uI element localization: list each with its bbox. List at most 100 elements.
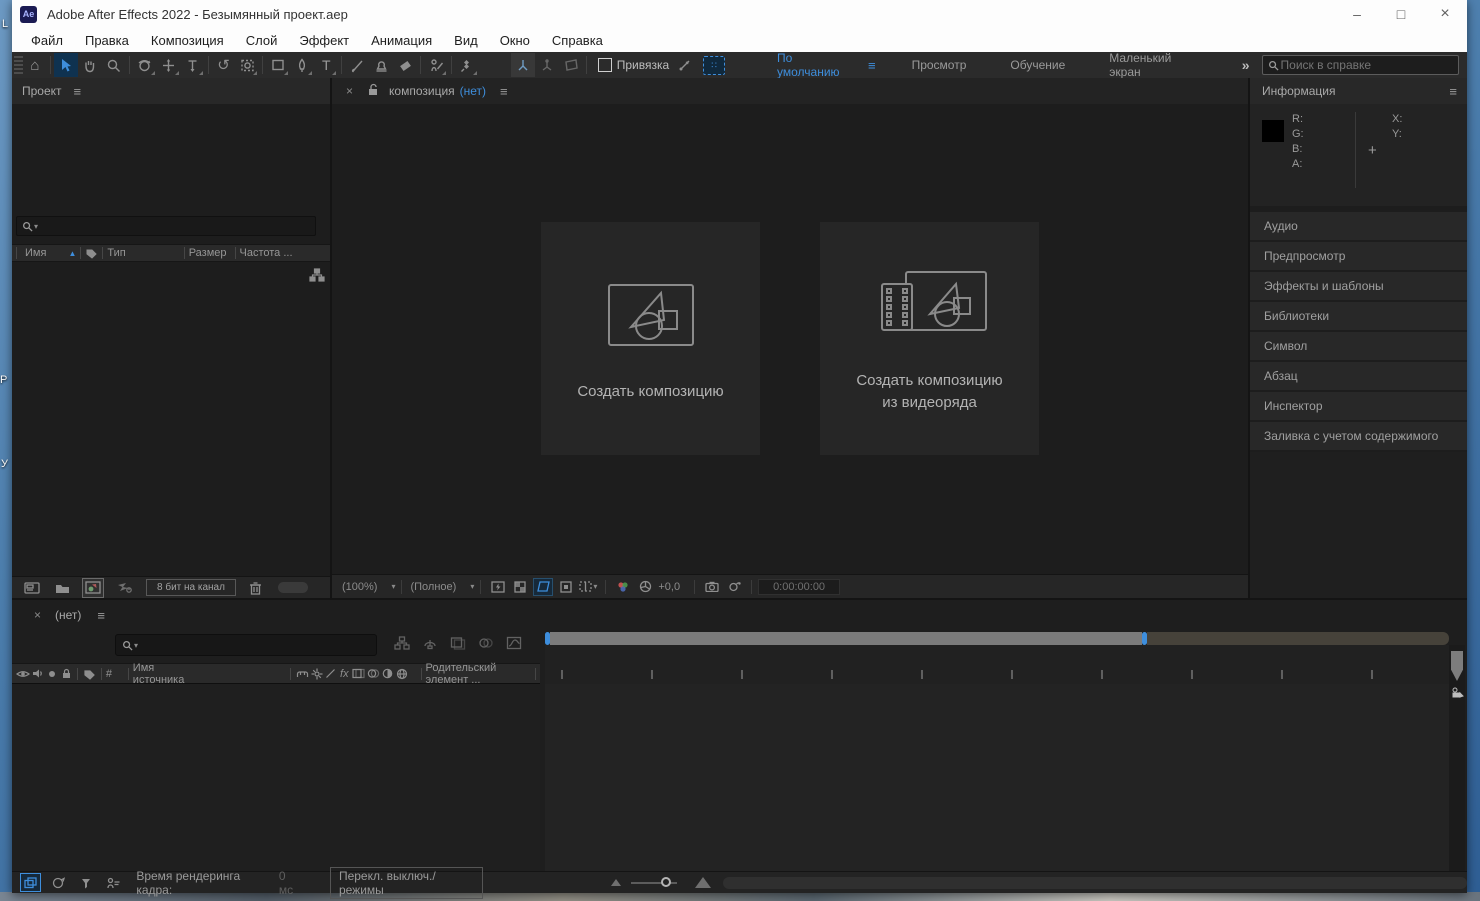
panel-tab-paragraph[interactable]: Абзац xyxy=(1250,362,1467,390)
graph-editor-icon[interactable] xyxy=(506,636,522,650)
timeline-panel-menu-icon[interactable]: ≡ xyxy=(97,608,105,623)
column-divider[interactable] xyxy=(535,667,537,680)
view-axis-mode-icon[interactable] xyxy=(559,53,583,77)
label-tag-icon[interactable] xyxy=(83,666,96,681)
column-type[interactable]: Тип xyxy=(107,247,125,259)
composition-flowchart-icon[interactable] xyxy=(394,636,410,650)
exposure-icon[interactable] xyxy=(636,579,654,595)
frame-blend-column-icon[interactable] xyxy=(351,666,365,681)
channel-select-icon[interactable] xyxy=(614,579,632,595)
panel-tab-audio[interactable]: Аудио xyxy=(1250,212,1467,240)
panel-tab-inspector[interactable]: Инспектор xyxy=(1250,392,1467,420)
snap-checkbox[interactable] xyxy=(597,58,612,72)
snapshot-camera-icon[interactable] xyxy=(703,579,721,595)
column-divider[interactable] xyxy=(290,667,291,680)
help-search-input[interactable] xyxy=(1278,57,1454,73)
roto-brush-tool-icon[interactable] xyxy=(424,53,448,77)
viewer-panel-menu-icon[interactable]: ≡ xyxy=(500,84,508,99)
menu-effect[interactable]: Эффект xyxy=(288,33,360,48)
menu-animation[interactable]: Анимация xyxy=(360,33,443,48)
maximize-button[interactable]: □ xyxy=(1379,0,1423,28)
transparency-grid-icon[interactable] xyxy=(511,579,529,595)
new-folder-icon[interactable] xyxy=(52,579,72,597)
zoom-in-icon[interactable] xyxy=(694,877,711,888)
lock-column-icon[interactable] xyxy=(60,666,72,681)
frame-blending-icon[interactable] xyxy=(450,636,466,650)
scrollbar-thumb[interactable] xyxy=(1451,651,1463,681)
zoom-slider[interactable] xyxy=(630,876,677,887)
mask-visibility-icon[interactable] xyxy=(533,577,554,596)
transfer-controls-pane-icon[interactable] xyxy=(49,874,68,891)
panel-tab-libraries[interactable]: Библиотеки xyxy=(1250,302,1467,330)
menu-file[interactable]: Файл xyxy=(20,33,74,48)
orbit-camera-tool-icon[interactable] xyxy=(133,53,157,77)
render-time-pane-icon[interactable] xyxy=(103,874,122,891)
in-out-duration-pane-icon[interactable] xyxy=(76,874,95,891)
audio-speaker-icon[interactable] xyxy=(32,666,44,681)
current-timecode[interactable]: 0:00:00:00 xyxy=(758,578,841,595)
toolbar-grip[interactable] xyxy=(14,56,23,74)
panel-tab-preview[interactable]: Предпросмотр xyxy=(1250,242,1467,270)
layer-switches-pane-icon[interactable] xyxy=(20,873,42,892)
local-axis-mode-icon[interactable] xyxy=(510,53,535,77)
workspace-tab-default[interactable]: По умолчанию xyxy=(777,51,858,79)
delete-trash-icon[interactable] xyxy=(246,579,266,597)
column-divider[interactable] xyxy=(16,247,17,259)
column-size[interactable]: Размер xyxy=(189,247,227,259)
panel-tab-content-aware-fill[interactable]: Заливка с учетом содержимого xyxy=(1250,422,1467,450)
timeline-tab-label[interactable]: (нет) xyxy=(55,608,81,622)
draft-3d-icon[interactable] xyxy=(422,636,438,650)
snap-pickwhip-icon[interactable] xyxy=(673,53,697,77)
navigator-view-range[interactable] xyxy=(550,632,1142,645)
column-divider[interactable] xyxy=(101,667,102,680)
zoom-tool-icon[interactable] xyxy=(102,53,126,77)
resolution-select[interactable]: (Полное) ▾ xyxy=(410,581,474,593)
pan-camera-tool-icon[interactable] xyxy=(157,53,181,77)
column-divider[interactable] xyxy=(102,247,104,259)
video-eye-icon[interactable] xyxy=(16,666,30,681)
region-of-interest-icon[interactable] xyxy=(557,579,575,595)
column-divider[interactable] xyxy=(420,667,422,680)
menu-composition[interactable]: Композиция xyxy=(140,33,235,48)
grid-guides-icon[interactable]: ▾ xyxy=(579,579,597,595)
project-bit-depth-button[interactable]: 8 бит на канал xyxy=(146,579,236,596)
project-panel-menu-icon[interactable]: ≡ xyxy=(74,84,82,99)
close-button[interactable]: × xyxy=(1423,0,1467,28)
minimize-button[interactable]: – xyxy=(1335,0,1379,28)
workspace-overflow-icon[interactable]: » xyxy=(1242,57,1250,73)
shy-icon[interactable] xyxy=(296,666,309,681)
world-axis-mode-icon[interactable] xyxy=(535,53,559,77)
timeline-layer-list[interactable] xyxy=(12,684,540,871)
rotation-tool-icon[interactable]: ↺ xyxy=(212,53,236,77)
column-number[interactable]: # xyxy=(106,668,112,680)
column-divider[interactable] xyxy=(80,247,82,259)
viewer-tab-close-icon[interactable]: × xyxy=(346,84,353,98)
pen-tool-icon[interactable] xyxy=(290,53,314,77)
timeline-track-area[interactable] xyxy=(545,684,1449,871)
zoom-out-icon[interactable] xyxy=(610,879,621,886)
mask-expansion-icon[interactable]: ∷ xyxy=(703,55,726,75)
quality-icon[interactable] xyxy=(325,666,337,681)
rectangle-tool-icon[interactable] xyxy=(266,53,290,77)
timeline-horizontal-scrollbar[interactable] xyxy=(722,876,1467,889)
column-divider[interactable] xyxy=(77,667,79,680)
column-divider[interactable] xyxy=(127,667,129,680)
new-composition-card[interactable]: Создать композицию xyxy=(541,222,760,455)
timeline-search-input[interactable] xyxy=(138,637,370,653)
comp-marker-bin-icon[interactable] xyxy=(1450,685,1464,699)
workspace-tab-small-screen[interactable]: Маленький экран xyxy=(1109,51,1205,79)
column-divider[interactable] xyxy=(234,247,236,259)
zoom-select[interactable]: (100%) ▾ xyxy=(342,581,395,593)
home-tool-icon[interactable]: ⌂ xyxy=(23,53,47,77)
clone-stamp-tool-icon[interactable] xyxy=(369,53,393,77)
new-composition-from-footage-card[interactable]: Создать композицию из видеоряда xyxy=(820,222,1039,455)
hand-tool-icon[interactable] xyxy=(78,53,102,77)
motion-blur-icon[interactable] xyxy=(478,636,494,650)
text-tool-icon[interactable]: T xyxy=(314,53,338,77)
zoom-slider-knob[interactable] xyxy=(660,876,671,887)
menu-layer[interactable]: Слой xyxy=(235,33,289,48)
column-parent-link[interactable]: Родительский элемент ... xyxy=(426,662,530,686)
project-tab[interactable]: Проект xyxy=(22,84,62,98)
3d-layer-icon[interactable] xyxy=(396,666,408,681)
adjustment-layer-icon[interactable] xyxy=(382,666,394,681)
